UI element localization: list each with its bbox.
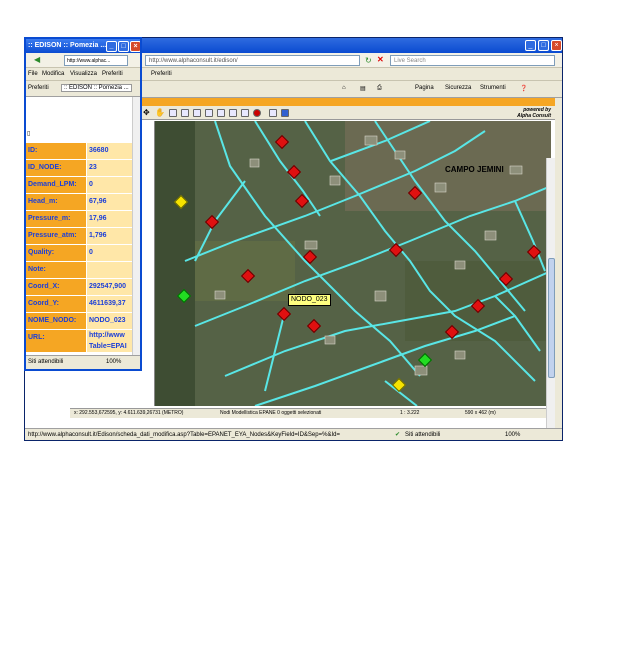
field-label: ID: xyxy=(26,143,86,159)
search-input[interactable]: Live Search xyxy=(390,55,555,66)
field-value: 0 xyxy=(87,177,136,193)
help-icon[interactable]: ❓ xyxy=(520,85,527,92)
trusted-icon: ✔ xyxy=(395,432,401,438)
field-value: 17,96 xyxy=(87,211,136,227)
legend-icon[interactable] xyxy=(241,109,249,117)
field-value: 36680 xyxy=(87,143,136,159)
menu-item-preferiti[interactable]: Preferiti xyxy=(151,71,172,77)
field-value-link[interactable]: http://www xyxy=(87,330,136,341)
aerial-map[interactable]: CAMPO JEMINI NODO_023 xyxy=(155,121,551,406)
header-strip xyxy=(141,98,555,106)
field-label: Head_m: xyxy=(26,194,86,210)
close-button[interactable]: × xyxy=(551,40,562,51)
popup-title-bar: :: EDISON :: Pomezia ... _ □ × xyxy=(26,39,140,53)
doc-icon: ▯ xyxy=(27,131,31,137)
field-value: 292547,900 xyxy=(87,279,136,295)
browser-status-bar: http://www.alphaconsult.it/Edison/scheda… xyxy=(25,428,562,440)
print-map-icon[interactable] xyxy=(269,109,277,117)
page-menu[interactable]: Pagina xyxy=(415,85,434,91)
field-label: Quality: xyxy=(26,245,86,261)
minimize-button[interactable]: _ xyxy=(525,40,536,51)
field-label: Pressure_atm: xyxy=(26,228,86,244)
home-icon[interactable]: ⌂ xyxy=(342,85,346,91)
status-url: http://www.alphaconsult.it/Edison/scheda… xyxy=(28,432,340,438)
map-toolbar: ✥ ✋ powered by Alpha Consult xyxy=(141,106,555,120)
node-attributes-table: ▯ ID: 36680 ID_NODE: 23 Demand_LPM: 0 He… xyxy=(26,97,136,355)
status-size: 590 x 462 (m) xyxy=(465,410,496,416)
popup-status-bar: Siti attendibili 100% xyxy=(26,355,140,369)
clear-selection-icon[interactable] xyxy=(253,109,261,117)
node-tooltip: NODO_023 xyxy=(288,294,331,306)
address-input[interactable]: http://www.alphaconsult.it/edison/ xyxy=(145,55,360,66)
popup-title: :: EDISON :: Pomezia ... xyxy=(28,42,107,49)
maximize-button[interactable]: □ xyxy=(538,40,549,51)
print-icon[interactable]: ⎙ xyxy=(377,85,382,92)
field-value xyxy=(87,262,136,278)
menu-preferiti[interactable]: Preferiti xyxy=(102,71,123,77)
field-value: 1,796 xyxy=(87,228,136,244)
field-value-link[interactable]: Table=EPAI xyxy=(87,341,136,352)
field-label: Coord_Y: xyxy=(26,296,86,312)
powered-by: powered by Alpha Consult xyxy=(517,107,551,119)
popup-maximize-button[interactable]: □ xyxy=(118,41,129,52)
menu-file[interactable]: File xyxy=(28,71,38,77)
popup-zoom[interactable]: 100% xyxy=(106,356,121,369)
street-label: CAMPO JEMINI xyxy=(445,165,504,174)
field-label: Demand_LPM: xyxy=(26,177,86,193)
help-map-icon[interactable] xyxy=(281,109,289,117)
menu-modifica[interactable]: Modifica xyxy=(42,71,64,77)
select-icon[interactable] xyxy=(217,109,225,117)
pipe-network xyxy=(155,121,551,406)
zoom-level[interactable]: 100% xyxy=(505,429,520,440)
field-label: NOME_NODO: xyxy=(26,313,86,329)
field-label: Pressure_m: xyxy=(26,211,86,227)
map-side-panel xyxy=(141,121,155,406)
field-value: 4611639,37 xyxy=(87,296,136,312)
scroll-thumb[interactable] xyxy=(548,258,555,378)
popup-close-button[interactable]: × xyxy=(130,41,140,52)
tools-menu[interactable]: Strumenti xyxy=(480,85,506,91)
field-label: Note: xyxy=(26,262,86,278)
field-value: 67,96 xyxy=(87,194,136,210)
status-coords: x: 292.553,672595, y: 4.611.639,26731 (M… xyxy=(74,410,184,416)
zoom-in-icon[interactable] xyxy=(169,109,177,117)
status-layer: Nodi Modellistica EPANE 0 oggetti selezi… xyxy=(220,410,322,416)
stop-icon[interactable]: ✕ xyxy=(377,55,384,64)
popup-minimize-button[interactable]: _ xyxy=(106,41,117,52)
popup-address-row: ◀ http://www.alphac... xyxy=(26,53,140,68)
security-menu[interactable]: Sicurezza xyxy=(445,85,471,91)
pan-icon[interactable]: ✥ xyxy=(143,108,150,117)
field-value: NODO_023 xyxy=(87,313,136,329)
refresh-icon[interactable]: ↻ xyxy=(365,56,372,65)
page-scrollbar[interactable] xyxy=(546,158,555,440)
favorites-button[interactable]: Preferiti xyxy=(28,85,49,91)
popup-window: :: EDISON :: Pomezia ... _ □ × ◀ http://… xyxy=(24,37,142,371)
map-status-bar: x: 292.553,672595, y: 4.611.639,26731 (M… xyxy=(70,408,555,418)
field-label: URL: xyxy=(26,330,86,352)
status-zone: Siti attendibili xyxy=(405,432,441,438)
back-icon[interactable]: ◀ xyxy=(34,55,40,64)
field-value: 0 xyxy=(87,245,136,261)
popup-status-zone: Siti attendibili xyxy=(28,359,64,365)
field-label: Coord_X: xyxy=(26,279,86,295)
tab-edison[interactable]: :: EDISON :: Pomezia ... xyxy=(61,84,132,92)
popup-menu-bar: File Modifica Visualizza Preferiti xyxy=(26,68,140,81)
popup-scrollbar[interactable] xyxy=(132,97,140,355)
field-value: 23 xyxy=(87,160,136,176)
status-scale: 1 : 3.222 xyxy=(400,410,420,416)
field-label: ID_NODE: xyxy=(26,160,86,176)
feeds-icon[interactable]: ▤ xyxy=(360,85,366,92)
measure-icon[interactable] xyxy=(229,109,237,117)
menu-visualizza[interactable]: Visualizza xyxy=(70,71,97,77)
zoom-out-icon[interactable] xyxy=(181,109,189,117)
info-icon[interactable]: ✋ xyxy=(155,108,165,117)
popup-tab-bar: Preferiti :: EDISON :: Pomezia ... xyxy=(26,81,140,97)
refresh-map-icon[interactable] xyxy=(205,109,213,117)
full-extent-icon[interactable] xyxy=(193,109,201,117)
popup-address-input[interactable]: http://www.alphac... xyxy=(64,55,128,66)
